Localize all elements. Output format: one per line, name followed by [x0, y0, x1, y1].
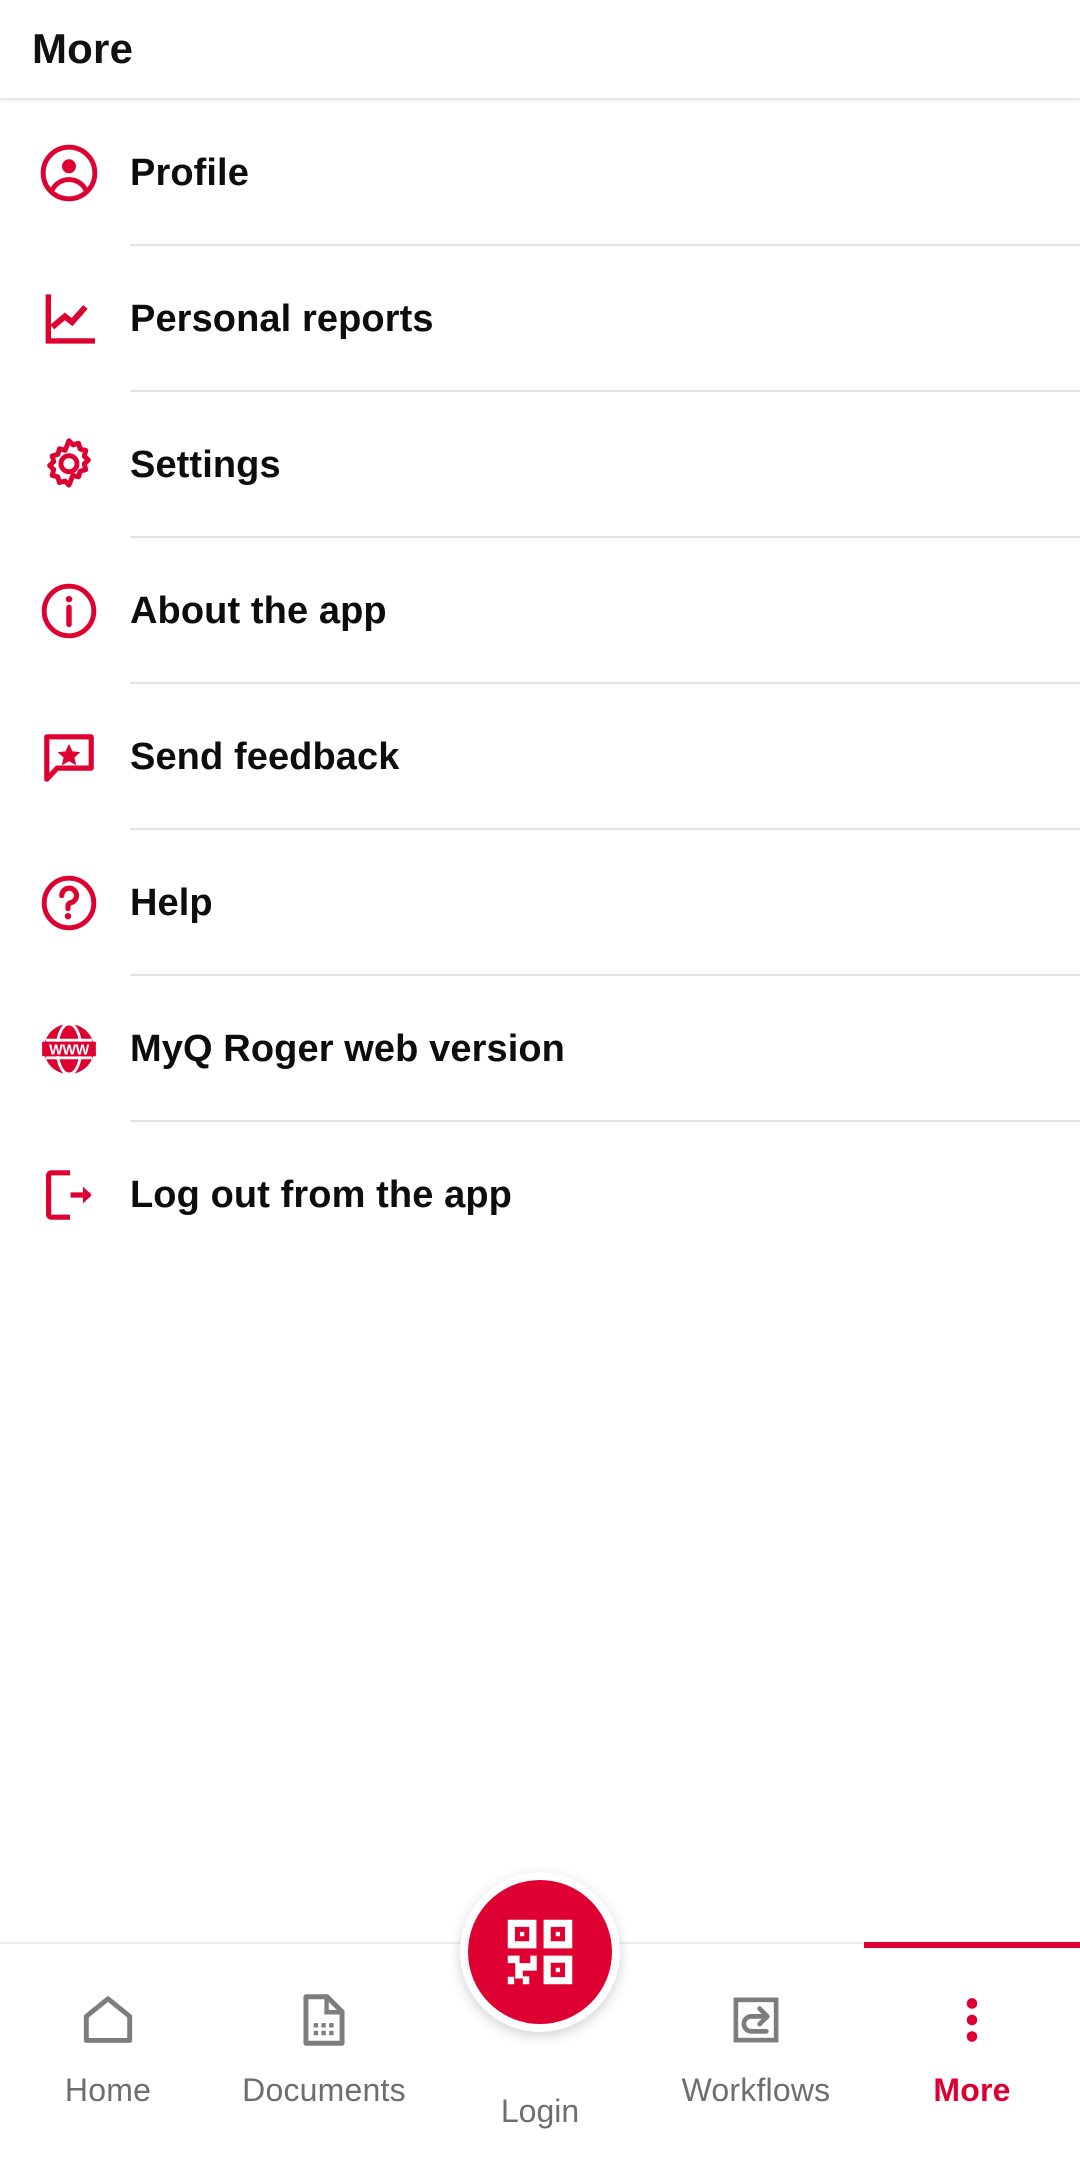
menu-item-log-out[interactable]: Log out from the app	[0, 1122, 1080, 1268]
active-indicator	[864, 1942, 1080, 1948]
menu-item-myq-roger-web-version[interactable]: WWW MyQ Roger web version	[0, 976, 1080, 1122]
line-chart-icon	[0, 288, 130, 350]
menu-item-help[interactable]: Help	[0, 830, 1080, 976]
bottom-navigation-bar: Home Documents Login Workflows More	[0, 1872, 1080, 2170]
svg-text:WWW: WWW	[49, 1043, 90, 1059]
menu-item-label: Help	[130, 881, 213, 924]
menu-item-label: Send feedback	[130, 735, 400, 778]
info-circle-icon	[0, 580, 130, 642]
document-icon	[293, 1986, 355, 2054]
feedback-star-bubble-icon	[0, 726, 130, 788]
nav-tab-workflows[interactable]: Workflows	[648, 1944, 864, 2170]
menu-item-settings[interactable]: Settings	[0, 392, 1080, 538]
nav-tab-label: Documents	[242, 2072, 406, 2108]
logout-icon	[0, 1164, 130, 1226]
nav-tab-home[interactable]: Home	[0, 1944, 216, 2170]
home-icon	[77, 1986, 139, 2054]
menu-item-label: Settings	[130, 443, 281, 486]
question-circle-icon	[0, 872, 130, 934]
more-menu-list: Profile Personal reports Settings About …	[0, 100, 1080, 2170]
kebab-menu-icon	[941, 1986, 1003, 2054]
menu-item-label: Log out from the app	[130, 1173, 512, 1216]
nav-tab-documents[interactable]: Documents	[216, 1944, 432, 2170]
menu-item-about-the-app[interactable]: About the app	[0, 538, 1080, 684]
workflow-arrow-icon	[725, 1986, 787, 2054]
nav-tab-label: Home	[64, 2072, 152, 2108]
app-header: More	[0, 0, 1080, 100]
menu-item-label: Profile	[130, 151, 249, 194]
nav-tab-more[interactable]: More	[864, 1942, 1080, 2170]
menu-item-label: About the app	[130, 589, 387, 632]
qr-code-icon[interactable]	[460, 1872, 620, 2032]
menu-item-label: MyQ Roger web version	[130, 1027, 565, 1070]
nav-tab-label: More	[933, 2072, 1011, 2108]
more-screen: More Profile Personal reports Settings A…	[0, 0, 1080, 2170]
nav-tab-label: Workflows	[681, 2072, 831, 2108]
nav-tab-login[interactable]: Login	[432, 1872, 648, 2170]
account-circle-icon	[0, 142, 130, 204]
menu-item-label: Personal reports	[130, 297, 434, 340]
nav-tab-label: Login	[500, 2093, 580, 2129]
menu-item-personal-reports[interactable]: Personal reports	[0, 246, 1080, 392]
page-title: More	[32, 25, 134, 72]
menu-item-send-feedback[interactable]: Send feedback	[0, 684, 1080, 830]
menu-item-profile[interactable]: Profile	[0, 100, 1080, 246]
www-globe-icon: WWW	[0, 1018, 130, 1080]
gear-icon	[0, 434, 130, 496]
